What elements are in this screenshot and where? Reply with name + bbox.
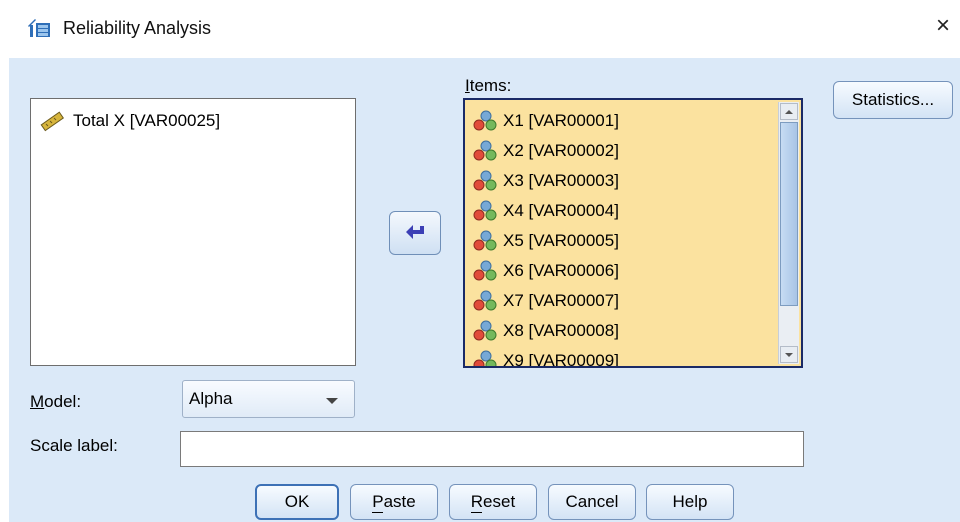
list-item[interactable]: X6 [VAR00006] <box>473 256 773 286</box>
scale-label-label: Scale label: <box>30 436 118 455</box>
items-list-content: X1 [VAR00001] X2 [VAR00002] X3 [VAR00003] X… <box>473 106 773 368</box>
list-item[interactable]: X4 [VAR00004] <box>473 196 773 226</box>
list-item-label: X9 [VAR00009] <box>503 351 619 368</box>
move-variable-button[interactable] <box>389 211 441 255</box>
list-item[interactable]: Total X [VAR00025] <box>39 109 220 133</box>
cancel-button[interactable]: Cancel <box>548 484 636 520</box>
mnemonic-underline <box>470 512 482 513</box>
reset-button[interactable]: Reset <box>449 484 537 520</box>
list-item-label: X7 [VAR00007] <box>503 291 619 310</box>
nominal-variable-icon <box>473 230 497 251</box>
paste-button[interactable]: Paste <box>350 484 438 520</box>
list-item-label: X4 [VAR00004] <box>503 201 619 220</box>
list-item-label: X6 [VAR00006] <box>503 261 619 280</box>
statistics-button-label: Statistics... <box>851 90 935 109</box>
model-label: Model: <box>30 392 82 411</box>
nominal-variable-icon <box>473 290 497 311</box>
scroll-down-button[interactable] <box>780 346 798 363</box>
mnemonic-underline <box>372 512 384 513</box>
title-bar: Reliability Analysis × <box>0 0 960 58</box>
ok-button-label: OK <box>284 492 310 511</box>
list-item[interactable]: X8 [VAR00008] <box>473 316 773 346</box>
nominal-variable-icon <box>473 320 497 341</box>
nominal-variable-icon <box>473 260 497 281</box>
list-item[interactable]: X5 [VAR00005] <box>473 226 773 256</box>
list-item[interactable]: X1 [VAR00001] <box>473 106 773 136</box>
items-list[interactable]: X1 [VAR00001] X2 [VAR00002] X3 [VAR00003] X… <box>463 98 803 368</box>
model-dropdown[interactable]: Alpha <box>182 380 355 418</box>
scale-label-input[interactable] <box>180 431 804 467</box>
list-item-label: X8 [VAR00008] <box>503 321 619 340</box>
statistics-button[interactable]: Statistics... <box>833 81 953 119</box>
help-button-label: Help <box>672 492 708 511</box>
list-item[interactable]: X2 [VAR00002] <box>473 136 773 166</box>
nominal-variable-icon <box>473 170 497 191</box>
list-item-label: X2 [VAR00002] <box>503 141 619 160</box>
help-button[interactable]: Help <box>646 484 734 520</box>
list-item-label: Total X [VAR00025] <box>73 111 221 130</box>
list-item-label: X1 [VAR00001] <box>503 111 619 130</box>
chevron-down-icon <box>785 352 793 357</box>
chevron-up-icon <box>785 109 793 114</box>
spss-dialog-icon <box>28 19 50 37</box>
nominal-variable-icon <box>473 110 497 131</box>
scroll-up-button[interactable] <box>780 103 798 120</box>
nominal-variable-icon <box>473 350 497 366</box>
chevron-down-icon <box>326 398 338 404</box>
list-item[interactable]: X3 [VAR00003] <box>473 166 773 196</box>
list-item[interactable]: X7 [VAR00007] <box>473 286 773 316</box>
items-label: Items: <box>465 76 512 95</box>
paste-button-label: Paste <box>372 492 416 513</box>
list-item-label: X5 [VAR00005] <box>503 231 619 250</box>
window-title: Reliability Analysis <box>63 18 212 38</box>
scale-ruler-icon <box>40 111 65 132</box>
reset-button-label: Reset <box>470 492 516 513</box>
source-variable-list[interactable]: Total X [VAR00025] <box>30 98 356 366</box>
nominal-variable-icon <box>473 200 497 221</box>
list-item[interactable]: X9 [VAR00009] <box>473 346 773 368</box>
arrow-left-icon <box>406 225 424 239</box>
list-item-label: X3 [VAR00003] <box>503 171 619 190</box>
nominal-variable-icon <box>473 140 497 161</box>
model-value: Alpha <box>189 389 233 408</box>
cancel-button-label: Cancel <box>565 492 619 511</box>
scrollbar-thumb[interactable] <box>780 122 798 306</box>
ok-button[interactable]: OK <box>255 484 339 520</box>
close-icon[interactable]: × <box>936 14 950 38</box>
scrollbar[interactable] <box>778 102 799 364</box>
